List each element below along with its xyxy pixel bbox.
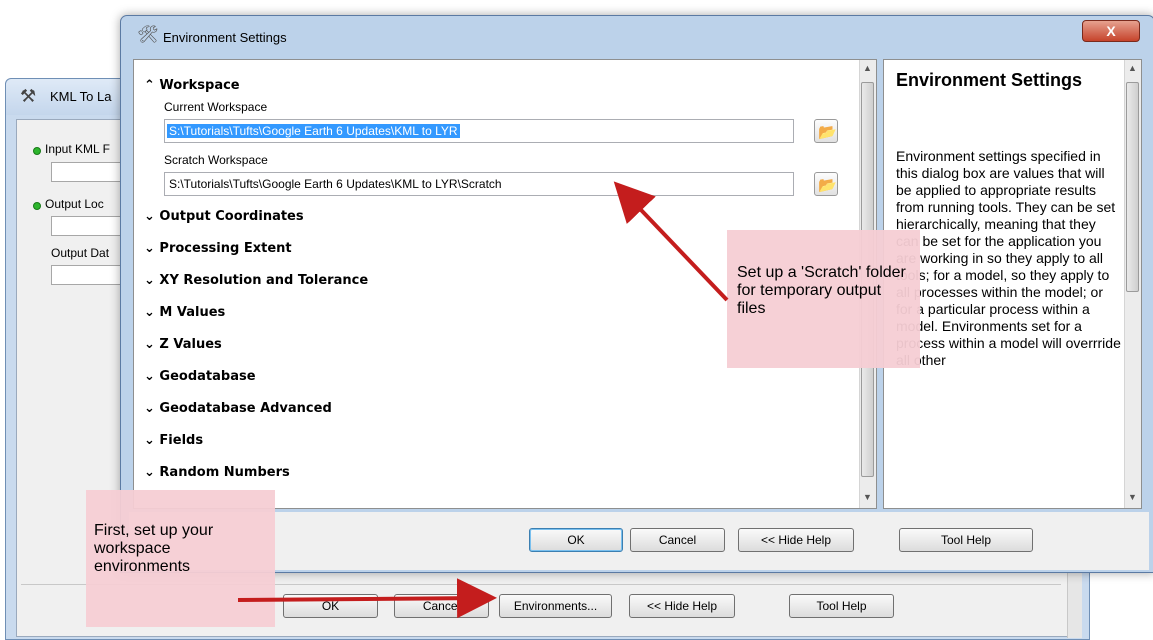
scratch-arrow: [613, 181, 729, 302]
annotation-arrows: [237, 181, 729, 619]
environments-arrow: [237, 578, 497, 619]
